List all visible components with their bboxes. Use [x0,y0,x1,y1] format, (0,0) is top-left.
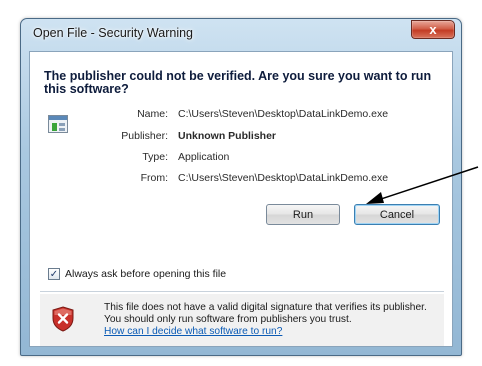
close-button[interactable]: x [411,20,455,39]
close-icon: x [429,22,437,37]
dialog-window: Open File - Security Warning x The publi… [20,18,462,356]
field-value: C:\Users\Steven\Desktop\DataLinkDemo.exe [178,108,389,120]
shield-icon [52,306,74,332]
field-value: Application [178,151,230,163]
run-button[interactable]: Run [266,204,340,225]
window-title: Open File - Security Warning [33,26,194,40]
divider [40,291,444,292]
warning-panel: This file does not have a valid digital … [40,294,444,346]
field-label: Publisher: [121,130,168,142]
title-bar[interactable]: Open File - Security Warning x [21,19,461,49]
always-ask-label: Always ask before opening this file [65,268,227,280]
field-type: Type: Application [30,151,454,165]
field-from: From: C:\Users\Steven\Desktop\DataLinkDe… [30,172,454,186]
question-text: The publisher could not be verified. Are… [44,69,432,96]
field-label: Name: [137,108,168,120]
always-ask-checkbox[interactable]: ✓ [48,268,60,280]
field-value: C:\Users\Steven\Desktop\DataLinkDemo.exe [178,172,389,184]
warning-message: This file does not have a valid digital … [104,302,444,338]
cancel-button[interactable]: Cancel [354,204,440,225]
warning-text: This file does not have a valid digital … [104,302,427,325]
dialog-content: The publisher could not be verified. Are… [29,51,453,347]
field-value: Unknown Publisher [178,130,277,142]
field-publisher: Publisher: Unknown Publisher [30,130,454,144]
field-label: Type: [142,151,168,163]
field-name: Name: C:\Users\Steven\Desktop\DataLinkDe… [30,108,454,122]
help-link[interactable]: How can I decide what software to run? [104,326,282,337]
field-label: From: [140,172,168,184]
